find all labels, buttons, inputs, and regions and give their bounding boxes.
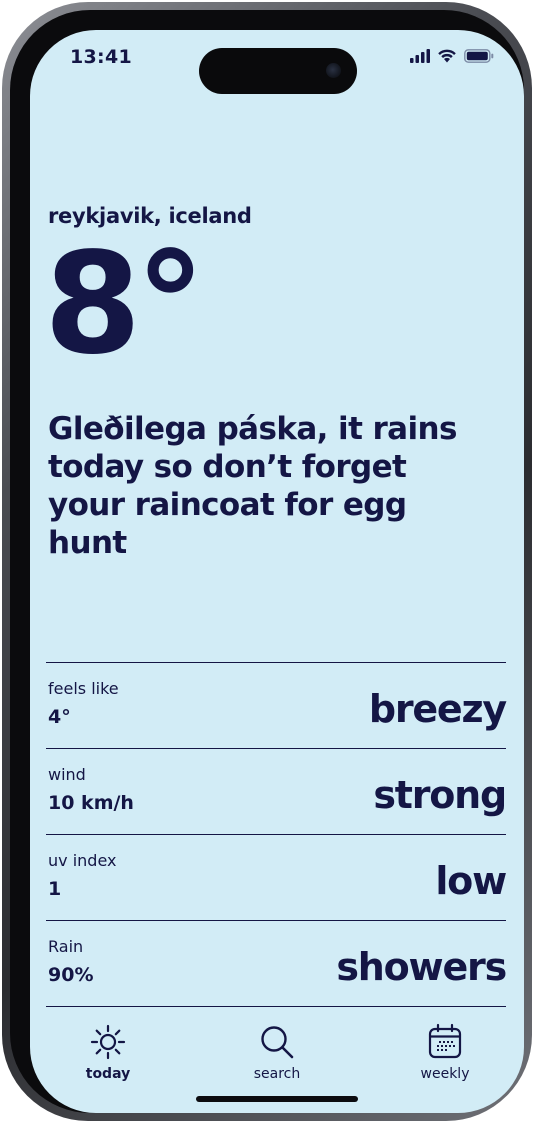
metric-value: 10 km/h [48, 792, 134, 814]
cellular-signal-icon [410, 48, 430, 67]
search-icon [261, 1026, 294, 1059]
metric-description: breezy [368, 687, 507, 731]
app-screen: 13:41 reykjavik, iceland 8° Gleðilega pá… [30, 30, 524, 1113]
tab-bar: today search weekly [30, 1022, 524, 1092]
metric-description: low [435, 859, 507, 903]
tab-label: search [253, 1066, 301, 1082]
current-temperature: 8° [44, 223, 205, 386]
metric-label: uv index [48, 851, 117, 870]
metric-value: 90% [48, 964, 94, 986]
weather-metrics: feels like 4° breezy wind 10 km/h strong… [46, 662, 507, 1007]
status-icons [410, 48, 494, 67]
sun-icon [90, 1024, 126, 1060]
phone-frame: 13:41 reykjavik, iceland 8° Gleðilega pá… [2, 2, 532, 1121]
metric-label: feels like [48, 679, 119, 698]
metric-label: Rain [48, 937, 84, 956]
metric-row-uv-index: uv index 1 low [46, 834, 507, 920]
metric-value: 4° [48, 706, 71, 728]
metric-row-rain: Rain 90% showers [46, 920, 507, 1006]
metric-value: 1 [48, 878, 62, 900]
status-time: 13:41 [70, 46, 132, 68]
tab-label: today [85, 1066, 131, 1082]
tab-today[interactable]: today [63, 1022, 153, 1086]
metric-row-wind: wind 10 km/h strong [46, 748, 507, 834]
divider [46, 1006, 506, 1007]
metric-label: wind [48, 765, 86, 784]
status-bar: 13:41 [30, 30, 524, 94]
battery-icon [464, 48, 494, 67]
weather-headline: Gleðilega páska, it rains today so don’t… [48, 411, 457, 561]
metric-row-feels-like: feels like 4° breezy [46, 662, 507, 748]
dynamic-island [199, 48, 357, 94]
home-indicator[interactable] [196, 1096, 358, 1102]
metric-description: showers [336, 945, 507, 989]
calendar-icon [428, 1023, 462, 1059]
tab-search[interactable]: search [232, 1022, 322, 1086]
metric-description: strong [373, 773, 507, 817]
phone-bezel: 13:41 reykjavik, iceland 8° Gleðilega pá… [10, 10, 524, 1113]
tab-weekly[interactable]: weekly [400, 1022, 490, 1086]
tab-label: weekly [420, 1066, 470, 1082]
wifi-icon [437, 48, 457, 67]
front-camera [326, 63, 341, 78]
